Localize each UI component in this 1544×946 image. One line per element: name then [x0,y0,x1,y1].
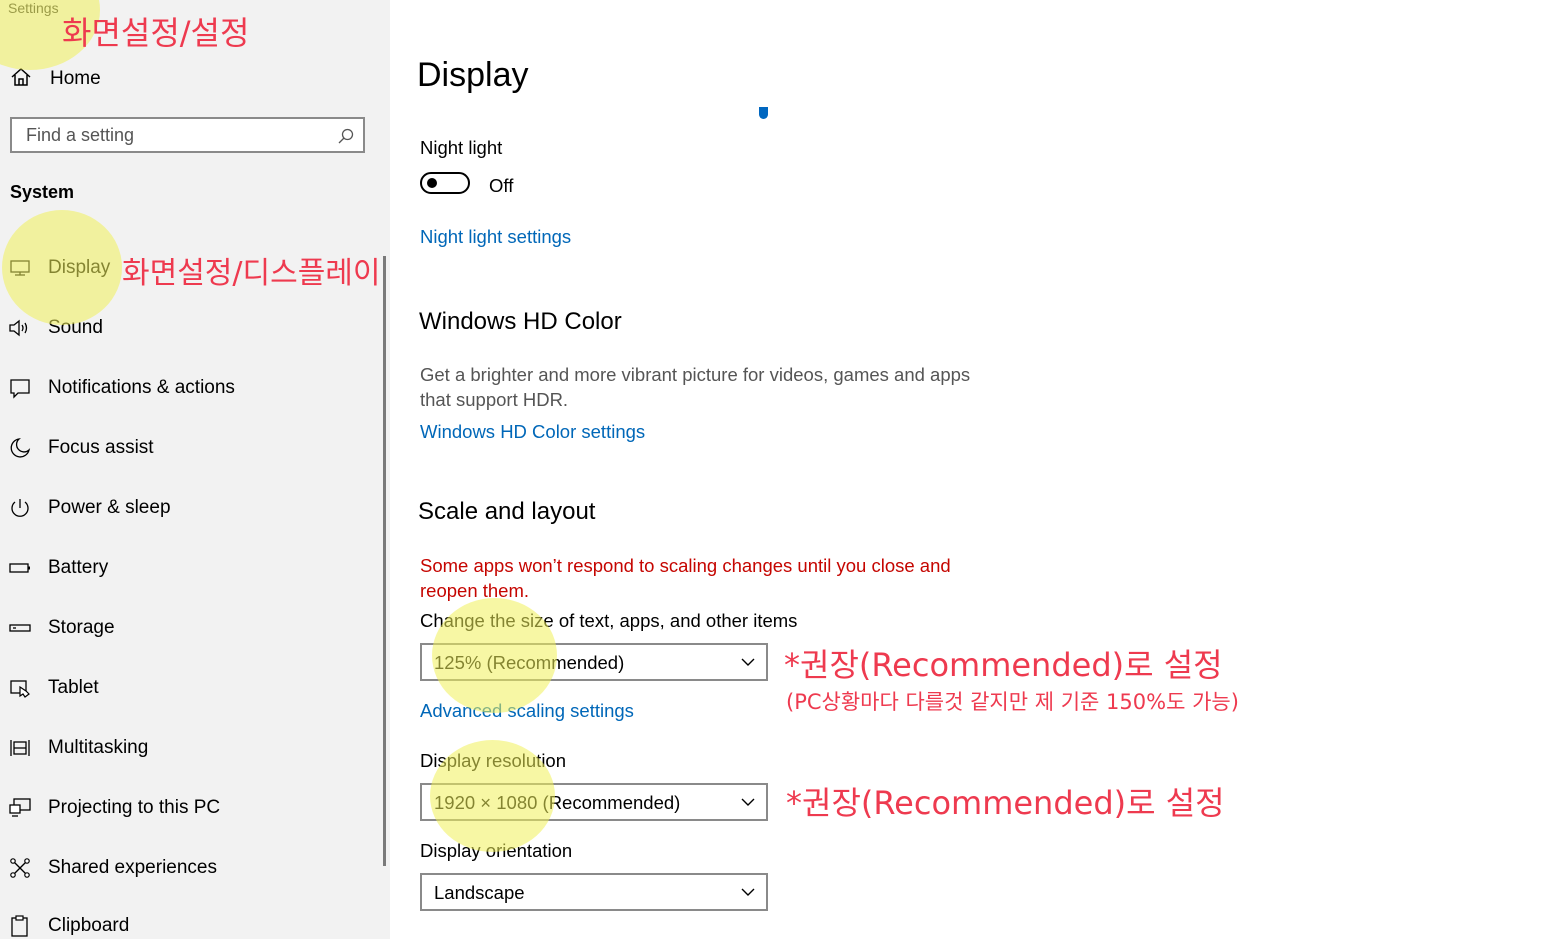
scale-warning: Some apps won’t respond to scaling chang… [420,555,951,601]
home-icon [10,66,32,93]
shared-icon [8,856,32,880]
chevron-down-icon [740,794,756,815]
display-annotation: 화면설정/디스플레이 [122,256,381,291]
size-label: Change the size of text, apps, and other… [420,610,798,631]
night-light-label: Night light [420,137,503,158]
sidebar-item-label: Power & sleep [48,497,171,518]
sidebar-item-label: Clipboard [48,915,130,936]
home-button[interactable]: Home [10,64,101,94]
tablet-icon [8,676,32,700]
sidebar: Settings Home System Display Sound Notif… [0,0,390,939]
sidebar-item-label: Sound [48,317,103,338]
sidebar-item-storage[interactable]: Storage [8,608,378,648]
resolution-annotation: *권장(Recommended)로 설정 [786,784,1225,822]
sidebar-item-sound[interactable]: Sound [8,308,378,348]
message-icon [8,376,32,400]
resolution-value: 1920 × 1080 (Recommended) [434,792,681,813]
sidebar-item-tablet[interactable]: Tablet [8,668,378,708]
page-title: Display [417,56,529,94]
chevron-down-icon [740,884,756,905]
sidebar-item-focus-assist[interactable]: Focus assist [8,428,378,468]
multitasking-icon [8,736,32,760]
search-icon[interactable] [337,127,355,150]
settings-annotation: 화면설정/설정 [62,14,250,52]
loading-indicator [759,107,768,119]
scale-subannotation: (PC상황마다 다를것 같지만 제 기준 150%도 가능) [786,690,1239,714]
monitor-icon [8,256,32,280]
system-section-label: System [10,182,75,202]
sidebar-item-label: Shared experiences [48,857,217,878]
orientation-label: Display orientation [420,840,573,861]
orientation-value: Landscape [434,882,525,903]
night-light-toggle[interactable] [420,172,470,194]
chevron-down-icon [740,654,756,675]
home-label: Home [50,68,101,89]
sidebar-item-multitasking[interactable]: Multitasking [8,728,378,768]
sidebar-item-label: Projecting to this PC [48,797,221,818]
scale-value: 125% (Recommended) [434,652,625,673]
sidebar-item-label: Multitasking [48,737,149,758]
resolution-dropdown[interactable]: 1920 × 1080 (Recommended) [420,783,768,821]
sidebar-item-battery[interactable]: Battery [8,548,378,588]
battery-icon [8,556,32,580]
moon-icon [8,436,32,460]
storage-icon [8,616,32,640]
night-light-state: Off [489,175,514,196]
scale-annotation: *권장(Recommended)로 설정 [784,646,1223,684]
scale-dropdown[interactable]: 125% (Recommended) [420,643,768,681]
scale-heading: Scale and layout [418,498,596,525]
sidebar-item-shared-experiences[interactable]: Shared experiences [8,848,378,888]
search-box[interactable] [10,117,365,153]
sidebar-item-label: Tablet [48,677,99,698]
sidebar-item-power-sleep[interactable]: Power & sleep [8,488,378,528]
sidebar-item-label: Display [48,257,111,278]
sidebar-item-clipboard[interactable]: Clipboard [8,906,378,946]
sidebar-item-label: Battery [48,557,109,578]
app-title: Settings [8,0,59,16]
sidebar-item-notifications[interactable]: Notifications & actions [8,368,378,408]
orientation-dropdown[interactable]: Landscape [420,873,768,911]
projecting-icon [8,796,32,820]
clipboard-icon [8,914,32,938]
sidebar-scrollbar[interactable] [383,256,386,866]
sidebar-item-label: Storage [48,617,115,638]
advanced-scaling-link[interactable]: Advanced scaling settings [420,700,634,722]
hdr-settings-link[interactable]: Windows HD Color settings [420,421,645,443]
resolution-label: Display resolution [420,750,567,771]
night-light-settings-link[interactable]: Night light settings [420,226,571,248]
speaker-icon [8,316,32,340]
hdr-description: Get a brighter and more vibrant picture … [420,364,971,410]
sidebar-item-projecting[interactable]: Projecting to this PC [8,788,378,828]
sidebar-item-label: Focus assist [48,437,154,458]
search-input[interactable] [26,125,326,146]
sidebar-item-label: Notifications & actions [48,377,235,398]
power-icon [8,496,32,520]
hdr-heading: Windows HD Color [419,308,622,335]
toggle-knob [427,178,437,188]
